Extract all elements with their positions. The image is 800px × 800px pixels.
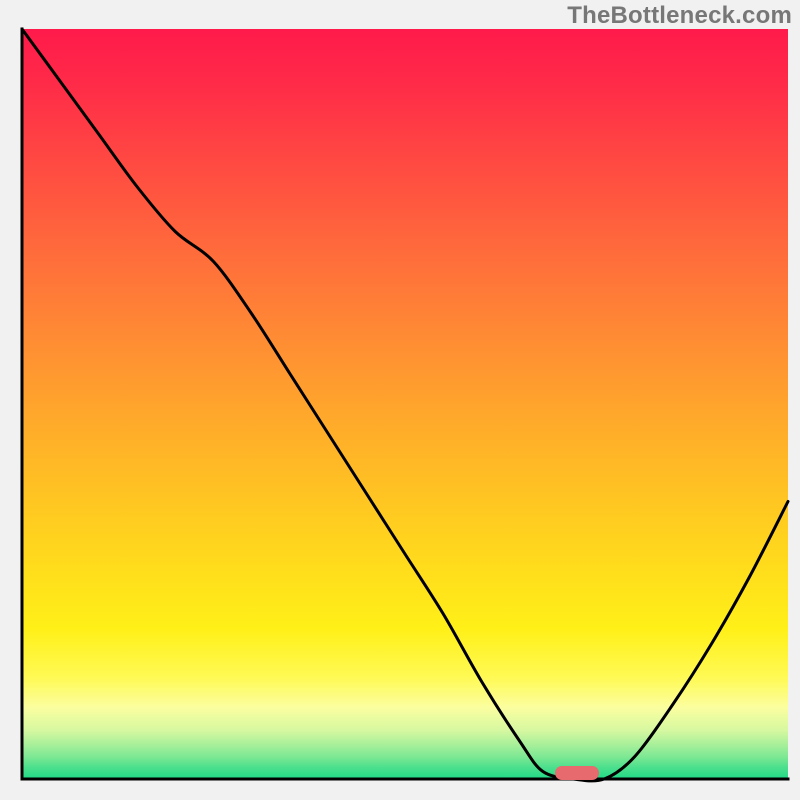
chart-container: TheBottleneck.com [0,0,800,800]
chart-svg [0,0,800,800]
plot-background [22,29,788,779]
optimum-marker [555,766,599,780]
